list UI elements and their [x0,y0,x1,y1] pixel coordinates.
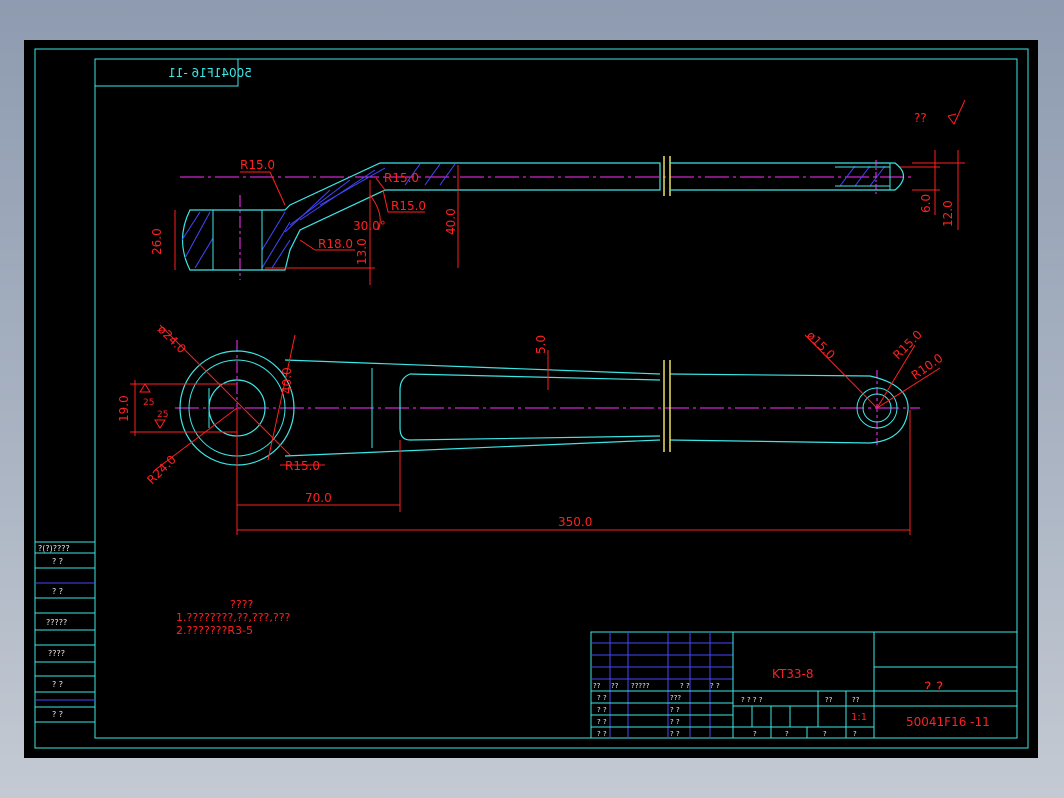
svg-text:??: ?? [852,696,860,704]
svg-text:? ?: ? ? [52,680,63,689]
svg-text:25: 25 [143,398,154,408]
svg-text:?(?)????: ?(?)???? [38,544,70,553]
svg-text:25: 25 [157,410,168,420]
svg-text:? ?: ? ? [52,557,63,566]
cad-drawing: 50041F16 -11 ?? R15.0 R15.0 R15.0 R18.0 … [24,40,1038,758]
svg-text:? ?: ? ? [670,718,680,726]
svg-text:? ? ? ?: ? ? ? ? [741,696,763,704]
svg-text:? ?: ? ? [597,694,607,702]
svg-text:??: ?? [593,682,601,690]
svg-text:? ?: ? ? [670,706,680,714]
svg-text:26.0: 26.0 [150,228,164,255]
svg-text:? ?: ? ? [680,682,690,690]
svg-text:12.0: 12.0 [941,200,955,227]
svg-text:R15.0: R15.0 [285,459,320,473]
svg-text:????: ???? [48,649,65,658]
svg-text:40.0: 40.0 [280,367,294,394]
svg-text:? ?: ? ? [52,587,63,596]
svg-text:1:1: 1:1 [851,712,867,723]
svg-text:50041F16 -11: 50041F16 -11 [168,66,252,80]
svg-text:5.0: 5.0 [534,335,548,354]
svg-text:?: ? [853,730,857,738]
svg-text:? ?: ? ? [597,730,607,738]
drawing-viewport [24,40,1038,758]
svg-text:??: ?? [825,696,833,704]
svg-text:?: ? [753,730,757,738]
svg-text:6.0: 6.0 [919,194,933,213]
svg-text:? ?: ? ? [670,730,680,738]
svg-text:R15.0: R15.0 [384,171,419,185]
svg-text:?????: ????? [46,618,67,627]
svg-text:?: ? [785,730,789,738]
svg-text:R18.0: R18.0 [318,237,353,251]
svg-text:350.0: 350.0 [558,515,592,529]
svg-text:? ?: ? ? [597,706,607,714]
svg-text:13.0: 13.0 [355,238,369,265]
svg-text:?: ? [823,730,827,738]
svg-text:1.????????,??,???,???: 1.????????,??,???,??? [176,611,291,624]
svg-text:30.0°: 30.0° [353,219,386,233]
svg-text:2.???????R3-5: 2.???????R3-5 [176,624,253,637]
svg-text:???: ??? [670,694,681,702]
svg-text:19.0: 19.0 [117,395,131,422]
svg-text:??: ?? [611,682,619,690]
svg-text:??: ?? [914,111,927,125]
svg-text:?????: ????? [631,682,650,690]
svg-text:? ?: ? ? [924,680,943,696]
svg-text:R15.0: R15.0 [391,199,426,213]
svg-text:? ?: ? ? [710,682,720,690]
svg-text:R15.0: R15.0 [240,158,275,172]
svg-text:40.0: 40.0 [444,208,458,235]
svg-text:KT33-8: KT33-8 [772,667,814,681]
svg-text:????: ???? [230,598,254,611]
svg-text:70.0: 70.0 [305,491,332,505]
svg-text:? ?: ? ? [597,718,607,726]
svg-text:50041F16 -11: 50041F16 -11 [906,715,990,729]
svg-text:? ?: ? ? [52,710,63,719]
